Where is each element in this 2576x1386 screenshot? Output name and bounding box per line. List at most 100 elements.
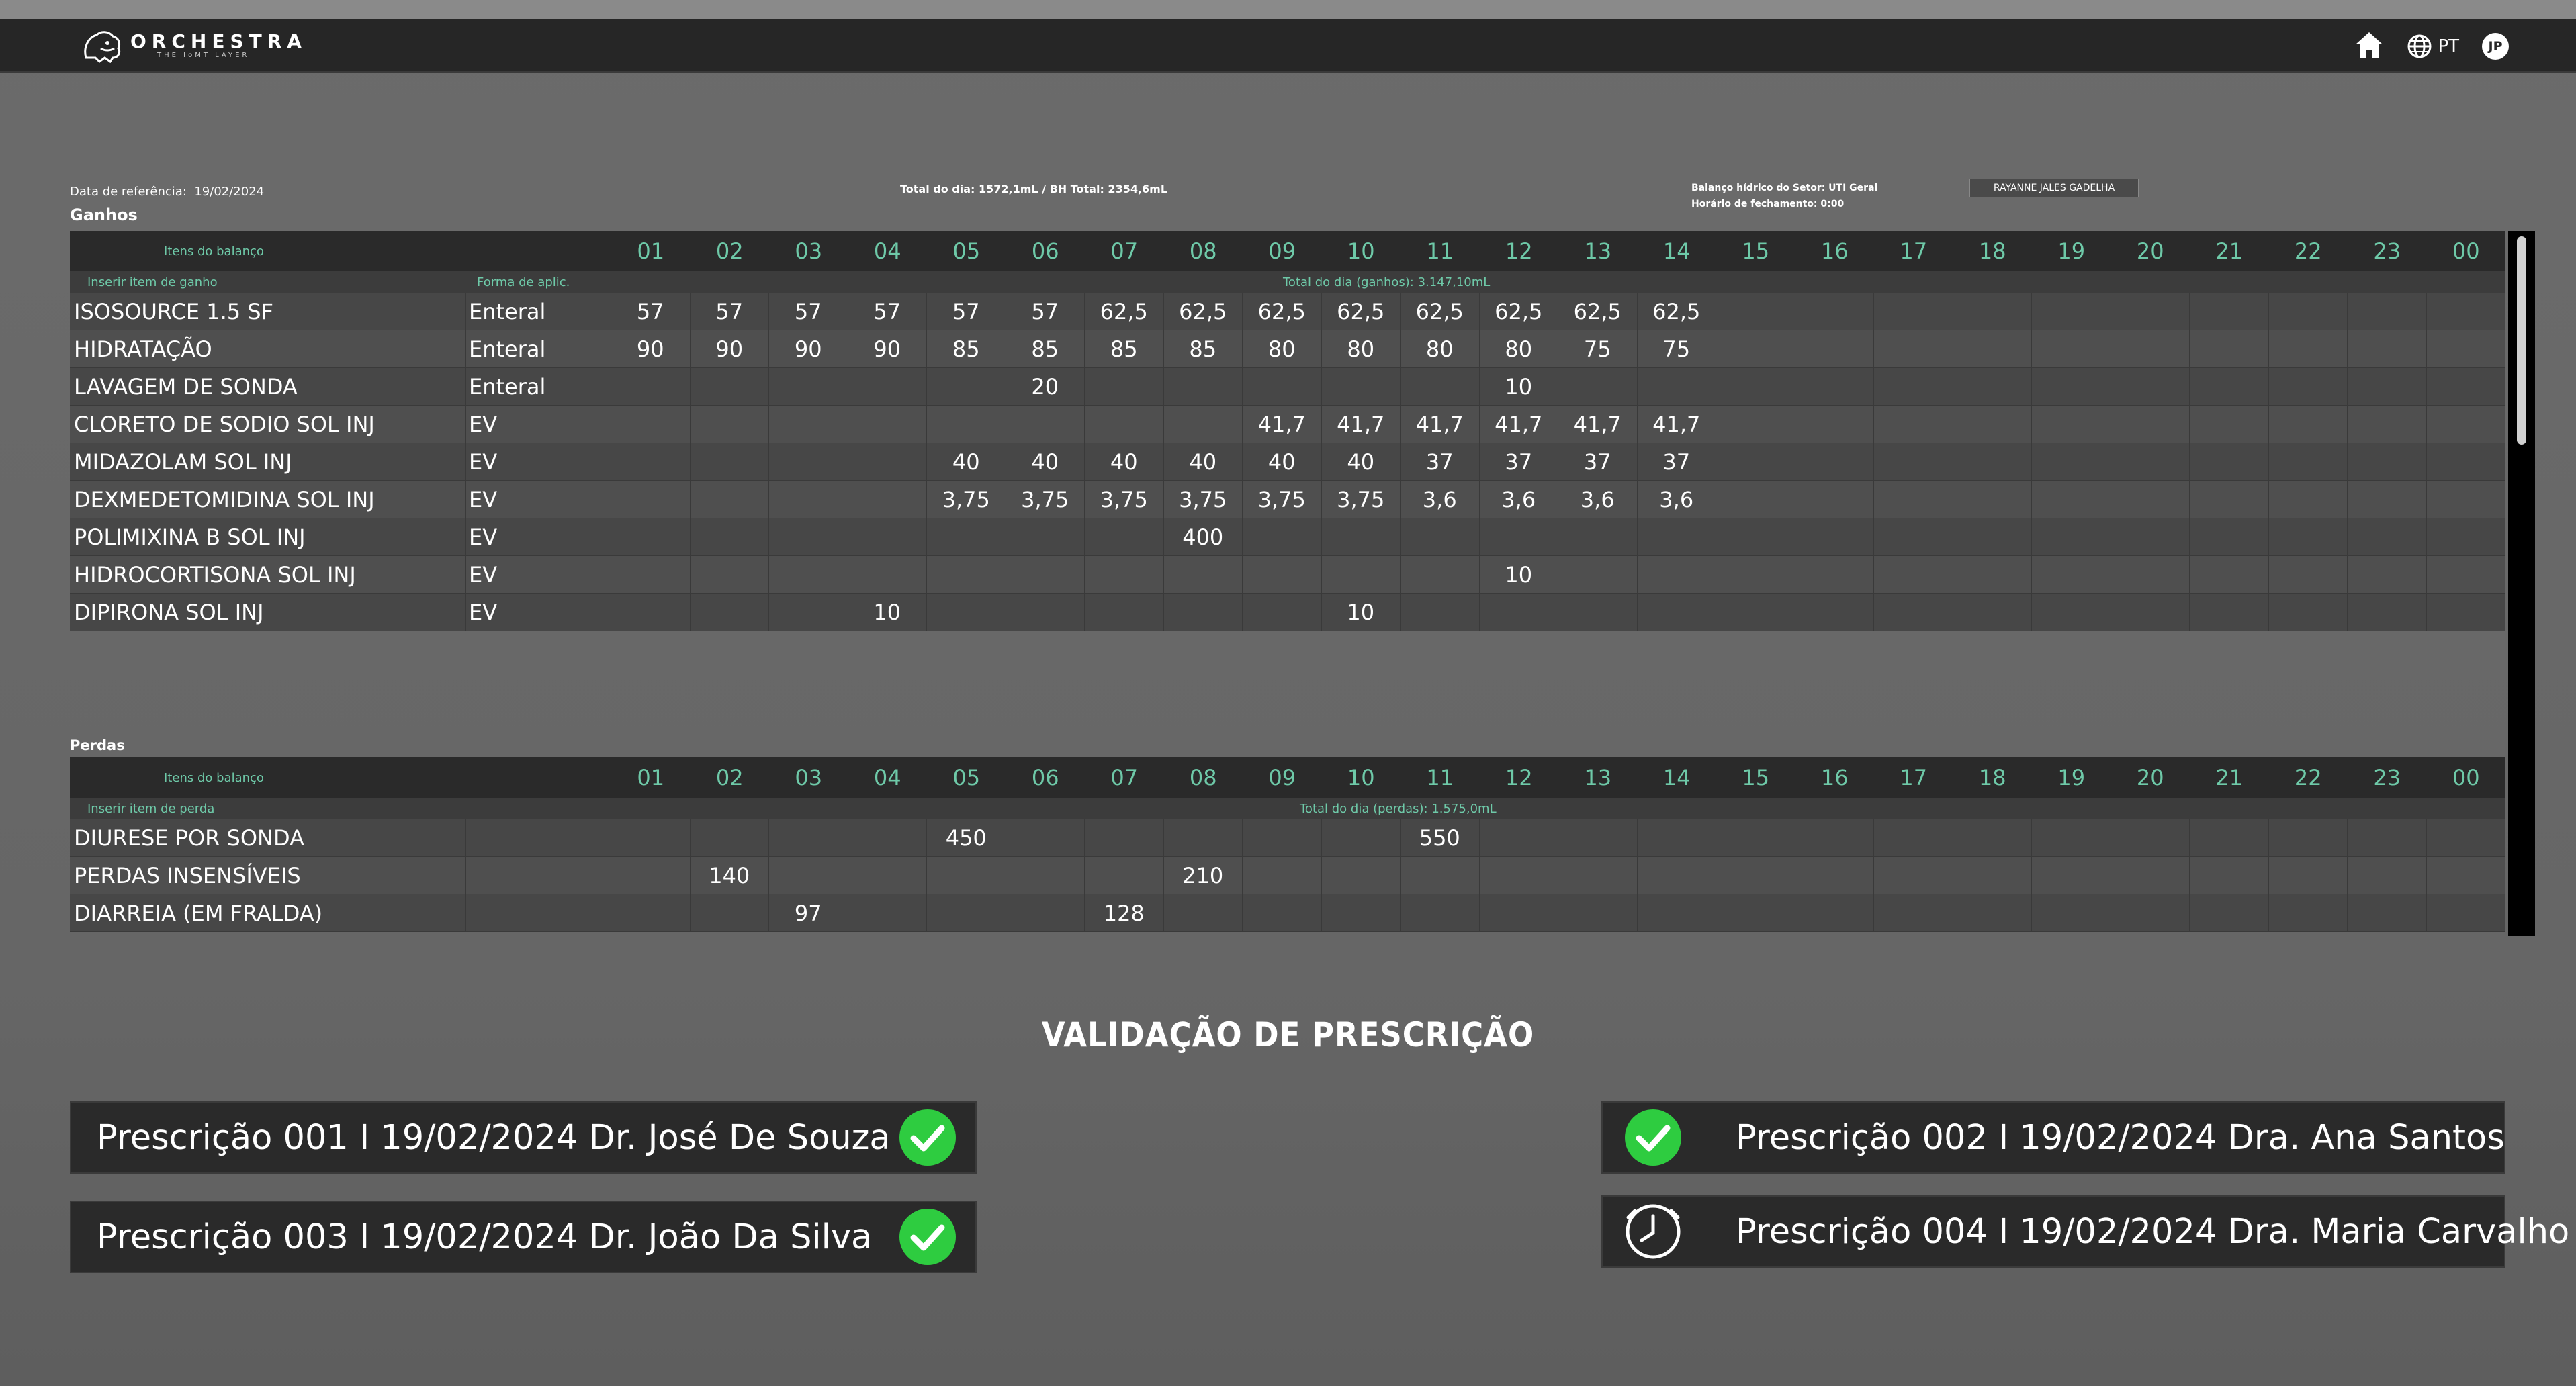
hour-header[interactable]: 09 [1243, 231, 1322, 271]
hour-cell[interactable]: 41,7 [1401, 406, 1480, 443]
hour-cell[interactable]: 62,5 [1164, 293, 1243, 330]
hour-cell[interactable] [691, 443, 769, 480]
hour-cell[interactable] [1874, 481, 1953, 518]
hour-cell[interactable] [1795, 556, 1874, 593]
hour-cell[interactable] [2032, 406, 2111, 443]
hour-cell[interactable] [1953, 330, 2032, 367]
hour-cell[interactable]: 40 [1085, 443, 1164, 480]
hour-cell[interactable] [1085, 368, 1164, 405]
hour-cell[interactable]: 41,7 [1480, 406, 1558, 443]
hour-cell[interactable] [1164, 894, 1243, 931]
hour-cell[interactable] [2348, 368, 2427, 405]
hour-cell[interactable] [2269, 368, 2348, 405]
hour-cell[interactable] [1953, 443, 2032, 480]
hour-cell[interactable] [2032, 330, 2111, 367]
hour-cell[interactable]: 75 [1638, 330, 1716, 367]
hour-cell[interactable] [2348, 819, 2427, 856]
scrollbar-thumb[interactable] [2517, 236, 2526, 445]
hour-cell[interactable] [1480, 819, 1558, 856]
item-name[interactable]: DIPIRONA SOL INJ [70, 594, 466, 631]
hour-cell[interactable] [1638, 894, 1716, 931]
item-name[interactable]: DIURESE POR SONDA [70, 819, 466, 856]
hour-cell[interactable] [1795, 894, 1874, 931]
hour-cell[interactable] [2269, 518, 2348, 555]
hour-cell[interactable] [1953, 518, 2032, 555]
prescription-card-004[interactable]: Prescrição 004 I 19/02/2024 Dra. Maria C… [1601, 1195, 2569, 1268]
hour-header[interactable]: 07 [1085, 757, 1164, 798]
hour-header[interactable]: 11 [1401, 757, 1480, 798]
hour-cell[interactable]: 80 [1243, 330, 1322, 367]
hour-cell[interactable] [1874, 406, 1953, 443]
hour-cell[interactable] [611, 518, 691, 555]
hour-cell[interactable] [1716, 556, 1795, 593]
hour-cell[interactable] [1716, 368, 1795, 405]
hour-header[interactable]: 21 [2190, 757, 2269, 798]
hour-cell[interactable] [2111, 293, 2190, 330]
hour-cell[interactable] [1401, 368, 1480, 405]
hour-cell[interactable]: 3,75 [927, 481, 1006, 518]
hour-cell[interactable] [1874, 443, 1953, 480]
hour-cell[interactable] [2348, 556, 2427, 593]
hour-cell[interactable] [1558, 368, 1638, 405]
hour-cell[interactable]: 37 [1558, 443, 1638, 480]
hour-cell[interactable] [2032, 894, 2111, 931]
hour-cell[interactable] [2348, 894, 2427, 931]
hour-cell[interactable] [1085, 594, 1164, 631]
hour-cell[interactable] [927, 406, 1006, 443]
hour-cell[interactable] [2032, 556, 2111, 593]
hour-cell[interactable]: 62,5 [1401, 293, 1480, 330]
hour-cell[interactable] [611, 594, 691, 631]
hour-cell[interactable] [1953, 556, 2032, 593]
prescription-card-003[interactable]: Prescrição 003 I 19/02/2024 Dr. João Da … [70, 1201, 977, 1273]
hour-cell[interactable] [769, 481, 848, 518]
hour-cell[interactable] [1243, 894, 1322, 931]
hour-cell[interactable]: 10 [848, 594, 927, 631]
hour-cell[interactable] [2269, 819, 2348, 856]
hour-header[interactable]: 08 [1164, 757, 1243, 798]
hour-cell[interactable]: 62,5 [1322, 293, 1401, 330]
hour-cell[interactable] [1953, 857, 2032, 894]
hour-cell[interactable] [1322, 894, 1401, 931]
hour-cell[interactable] [848, 857, 927, 894]
hour-cell[interactable] [1638, 518, 1716, 555]
hour-cell[interactable] [1716, 330, 1795, 367]
hour-cell[interactable] [1006, 894, 1085, 931]
hour-cell[interactable] [2190, 518, 2269, 555]
hour-cell[interactable] [2111, 406, 2190, 443]
insert-loss-input[interactable]: Inserir item de perda [70, 798, 477, 819]
hour-cell[interactable]: 85 [1164, 330, 1243, 367]
hour-cell[interactable] [2190, 556, 2269, 593]
hour-cell[interactable] [1716, 443, 1795, 480]
hour-cell[interactable] [1401, 857, 1480, 894]
hour-cell[interactable]: 62,5 [1480, 293, 1558, 330]
hour-cell[interactable] [1243, 857, 1322, 894]
hour-cell[interactable]: 140 [691, 857, 769, 894]
hour-header[interactable]: 12 [1480, 757, 1559, 798]
hour-cell[interactable] [2269, 330, 2348, 367]
hour-header[interactable]: 05 [927, 757, 1006, 798]
hour-cell[interactable] [1795, 594, 1874, 631]
hour-cell[interactable]: 41,7 [1638, 406, 1716, 443]
hour-cell[interactable]: 90 [769, 330, 848, 367]
hour-cell[interactable] [1795, 368, 1874, 405]
hour-cell[interactable] [1322, 518, 1401, 555]
hour-cell[interactable] [848, 481, 927, 518]
hour-cell[interactable] [691, 481, 769, 518]
hour-cell[interactable] [1716, 481, 1795, 518]
hour-header[interactable]: 10 [1322, 757, 1401, 798]
hour-cell[interactable] [1085, 406, 1164, 443]
hour-cell[interactable] [2111, 894, 2190, 931]
hour-header[interactable]: 00 [2427, 231, 2506, 271]
hour-cell[interactable] [611, 857, 691, 894]
item-name[interactable]: PERDAS INSENSÍVEIS [70, 857, 466, 894]
hour-cell[interactable] [927, 857, 1006, 894]
hour-cell[interactable] [2269, 857, 2348, 894]
hour-cell[interactable] [611, 481, 691, 518]
hour-cell[interactable]: 80 [1401, 330, 1480, 367]
item-name[interactable]: ISOSOURCE 1.5 SF [70, 293, 466, 330]
hour-cell[interactable] [691, 556, 769, 593]
hour-cell[interactable]: 40 [1006, 443, 1085, 480]
hour-cell[interactable] [2032, 443, 2111, 480]
hour-cell[interactable] [1085, 518, 1164, 555]
hour-cell[interactable] [2427, 594, 2505, 631]
